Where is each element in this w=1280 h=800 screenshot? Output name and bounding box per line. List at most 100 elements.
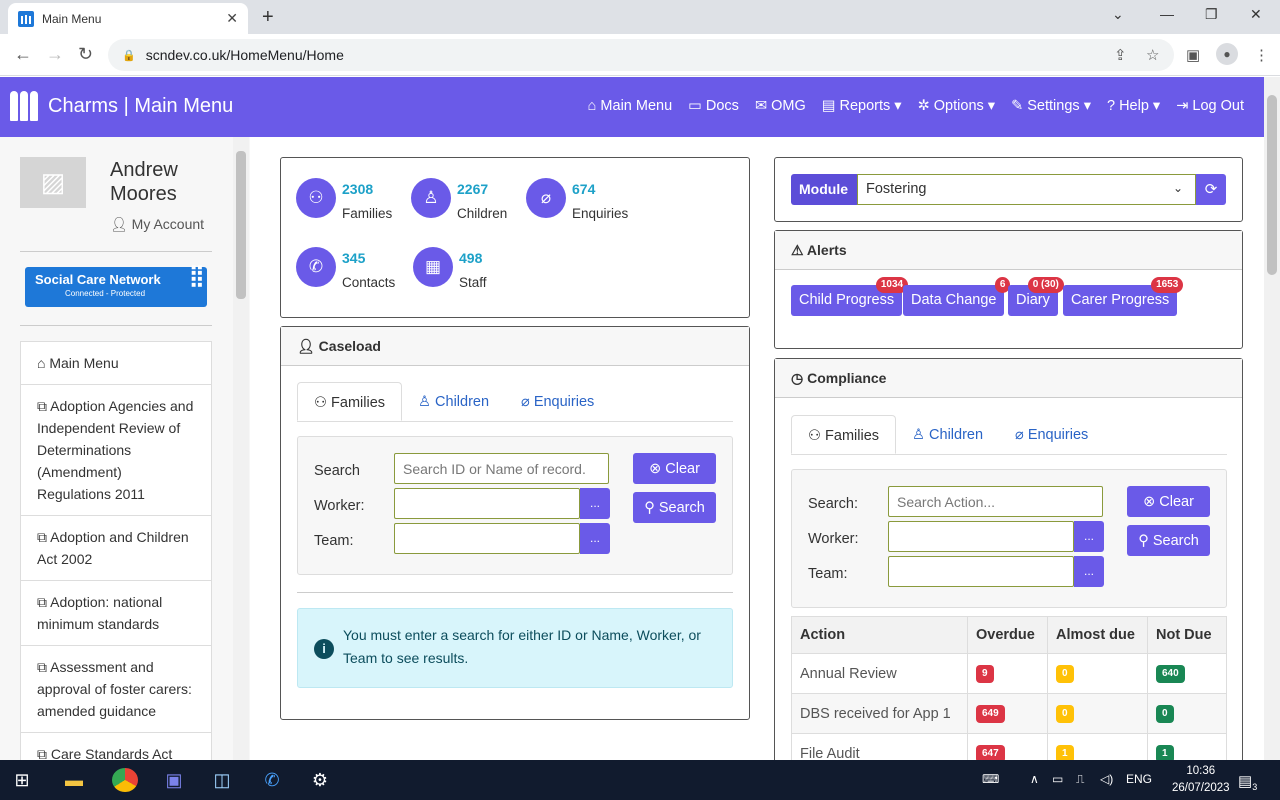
tab-enquiries[interactable]: ⌀ Enquiries xyxy=(999,415,1104,454)
window-close-icon[interactable]: ✕ xyxy=(1250,6,1262,23)
my-account-link[interactable]: 👤︎ My Account xyxy=(110,216,204,233)
worker-picker-button[interactable]: ... xyxy=(1074,521,1104,552)
browser-menu-icon[interactable]: ⋮ xyxy=(1254,46,1269,64)
notification-icon[interactable]: ▤3 xyxy=(1238,772,1257,792)
tab-children[interactable]: ♙ Children xyxy=(896,415,999,454)
profile-avatar-icon[interactable]: ● xyxy=(1216,43,1238,65)
search-button[interactable]: ⚲ Search xyxy=(633,492,716,523)
sidebar-scrollbar-thumb[interactable] xyxy=(236,151,246,299)
caseload-team-input[interactable] xyxy=(394,523,580,554)
settings-gear-icon[interactable]: ⚙ xyxy=(308,768,332,792)
clock[interactable]: 10:36 26/07/2023 xyxy=(1172,763,1230,797)
forward-icon[interactable]: → xyxy=(46,44,64,65)
tab-enquiries[interactable]: ⌀ Enquiries xyxy=(505,382,610,421)
app-window-icon[interactable]: ◫ xyxy=(210,768,234,792)
table-row[interactable]: DBS received for App 1 649 0 0 xyxy=(791,693,1227,734)
overdue-cell[interactable]: 649 xyxy=(967,693,1048,734)
table-row[interactable]: Annual Review 9 0 640 xyxy=(791,653,1227,694)
chevron-up-icon[interactable]: ∧ xyxy=(1030,772,1039,786)
file-explorer-icon[interactable]: ▬ xyxy=(62,768,86,792)
compliance-search-input[interactable]: Search Action... xyxy=(888,486,1103,517)
tab-search-icon[interactable]: ⌄ xyxy=(1112,6,1124,23)
module-dropdown[interactable]: Fostering ⌄ xyxy=(857,174,1196,205)
team-picker-button[interactable]: ... xyxy=(1074,556,1104,587)
overdue-badge[interactable]: 649 xyxy=(976,705,1005,723)
url-field[interactable]: 🔒 scndev.co.uk/HomeMenu/Home xyxy=(108,39,1174,71)
overdue-badge[interactable]: 9 xyxy=(976,665,994,683)
sidebar-item[interactable]: ⧉ Adoption and Children Act 2002 xyxy=(21,516,211,581)
brand[interactable]: Charms | Main Menu xyxy=(10,91,233,121)
almost-due-badge[interactable]: 0 xyxy=(1056,665,1074,683)
almost-due-badge[interactable]: 0 xyxy=(1056,705,1074,723)
side-panel-icon[interactable]: ▣ xyxy=(1186,46,1200,64)
almost-due-cell[interactable]: 0 xyxy=(1047,653,1148,694)
caseload-worker-input[interactable] xyxy=(394,488,580,519)
sidebar-item[interactable]: ⧉ Care Standards Act 2000 xyxy=(21,733,211,760)
page-scrollbar[interactable] xyxy=(1264,77,1280,760)
column-header[interactable]: Action xyxy=(791,616,968,654)
page-scrollbar-thumb[interactable] xyxy=(1267,95,1277,275)
tab-families[interactable]: ⚇ Families xyxy=(791,415,897,454)
not-due-badge[interactable]: 640 xyxy=(1156,665,1185,683)
not-due-cell[interactable]: 640 xyxy=(1147,653,1227,694)
search-button[interactable]: ⚲ Search xyxy=(1127,525,1210,556)
reload-icon[interactable]: ↻ xyxy=(78,44,93,65)
nav-docs[interactable]: ▭ Docs xyxy=(688,98,739,114)
sidebar-item[interactable]: ⧉ Adoption Agencies and Independent Revi… xyxy=(21,385,211,516)
clear-button[interactable]: ⊗ Clear xyxy=(633,453,716,484)
refresh-icon[interactable]: ⟳ xyxy=(1196,174,1226,205)
teams-icon[interactable]: ▣ xyxy=(162,768,186,792)
overdue-cell[interactable]: 9 xyxy=(967,653,1048,694)
browser-tab[interactable]: Main Menu ✕ xyxy=(8,3,248,34)
nav-options[interactable]: ✲ Options ▾ xyxy=(918,98,995,114)
stat-families[interactable]: ⚇ 2308 Families xyxy=(296,178,392,221)
back-icon[interactable]: ← xyxy=(14,44,32,65)
keyboard-icon[interactable]: ⌨ xyxy=(982,772,999,786)
nav-help[interactable]: ? Help ▾ xyxy=(1107,98,1160,114)
windows-start-icon[interactable]: ⊞ xyxy=(10,768,34,792)
new-tab-button[interactable]: + xyxy=(262,6,274,29)
almost-due-cell[interactable]: 0 xyxy=(1047,693,1148,734)
nav-log-out[interactable]: ⇥ Log Out xyxy=(1176,98,1244,114)
column-header[interactable]: Almost due xyxy=(1047,616,1148,654)
alert-carer-progress-button[interactable]: Carer Progress 1653 xyxy=(1063,277,1184,316)
sidebar-scrollbar[interactable] xyxy=(233,137,249,760)
battery-icon[interactable]: ▭ xyxy=(1052,772,1063,786)
tab-families[interactable]: ⚇ Families xyxy=(297,382,403,421)
stat-enquiries[interactable]: ⌀ 674 Enquiries xyxy=(526,178,628,221)
clear-button[interactable]: ⊗ Clear xyxy=(1127,486,1210,517)
bookmark-star-icon[interactable]: ☆ xyxy=(1146,46,1159,64)
restore-icon[interactable]: ❐ xyxy=(1205,6,1218,23)
compliance-team-input[interactable] xyxy=(888,556,1074,587)
nav-main-menu[interactable]: ⌂ Main Menu xyxy=(588,98,673,114)
caseload-search-input[interactable]: Search ID or Name of record. xyxy=(394,453,609,484)
nav-reports[interactable]: ▤ Reports ▾ xyxy=(822,98,902,114)
stat-children[interactable]: ♙ 2267 Children xyxy=(411,178,507,221)
not-due-badge[interactable]: 0 xyxy=(1156,705,1174,723)
sidebar-item[interactable]: ⧉ Assessment and approval of foster care… xyxy=(21,646,211,733)
minimize-icon[interactable]: — xyxy=(1160,6,1174,22)
column-header[interactable]: Not Due xyxy=(1147,616,1227,654)
worker-picker-button[interactable]: ... xyxy=(580,488,610,519)
stat-contacts[interactable]: ✆ 345 Contacts xyxy=(296,247,395,290)
tab-children[interactable]: ♙ Children xyxy=(402,382,505,421)
volume-icon[interactable]: ◁) xyxy=(1100,772,1113,786)
sidebar-item[interactable]: ⌂ Main Menu xyxy=(21,342,211,385)
chrome-icon[interactable] xyxy=(112,768,138,792)
team-picker-button[interactable]: ... xyxy=(580,523,610,554)
column-header[interactable]: Overdue xyxy=(967,616,1048,654)
nav-omg[interactable]: ✉ OMG xyxy=(755,98,806,114)
share-icon[interactable]: ⇪ xyxy=(1114,46,1127,64)
alert-child-progress-button[interactable]: Child Progress 1034 xyxy=(791,277,909,316)
close-tab-icon[interactable]: ✕ xyxy=(226,10,238,27)
stat-staff[interactable]: ▦ 498 Staff xyxy=(413,247,487,290)
alert-data-change-button[interactable]: Data Change 6 xyxy=(903,277,1011,316)
language-indicator[interactable]: ENG xyxy=(1126,772,1152,786)
phone-app-icon[interactable]: ✆ xyxy=(260,768,284,792)
sidebar-item[interactable]: ⧉ Adoption: national minimum standards xyxy=(21,581,211,646)
nav-settings[interactable]: ✎ Settings ▾ xyxy=(1011,98,1091,114)
compliance-worker-input[interactable] xyxy=(888,521,1074,552)
alert-diary-button[interactable]: Diary 0 (30) xyxy=(1008,277,1064,316)
not-due-cell[interactable]: 0 xyxy=(1147,693,1227,734)
network-icon[interactable]: ⎍ xyxy=(1076,772,1084,787)
